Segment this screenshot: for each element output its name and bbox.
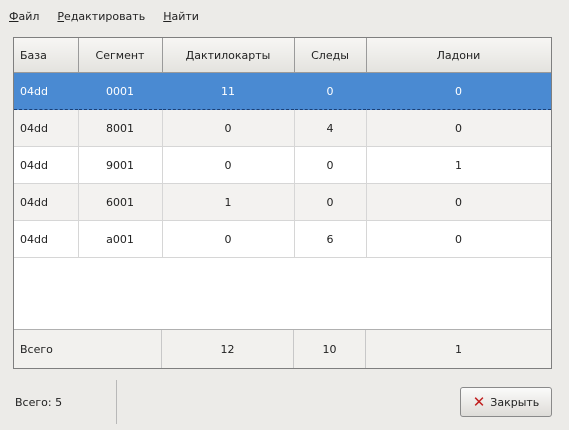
table-row[interactable]: 04dd 8001 0 4 0 bbox=[14, 109, 551, 147]
totals-palms: 1 bbox=[455, 342, 462, 356]
menu-file[interactable]: Файл bbox=[6, 10, 42, 23]
menu-file-label: айл bbox=[18, 9, 40, 23]
col-header-traces[interactable]: Следы bbox=[294, 38, 367, 73]
col-header-segment[interactable]: Сегмент bbox=[78, 38, 163, 73]
status-count: Всего: 5 bbox=[13, 380, 117, 424]
totals-label: Всего bbox=[14, 330, 162, 368]
cell-traces: 0 bbox=[294, 183, 367, 221]
cell-traces: 0 bbox=[294, 72, 367, 110]
cell-base: 04dd bbox=[14, 220, 79, 258]
table-row[interactable]: 04dd a001 0 6 0 bbox=[14, 220, 551, 258]
cell-traces: 0 bbox=[294, 146, 367, 184]
close-button-label: Закрыть bbox=[490, 395, 540, 409]
cell-dactylocards: 11 bbox=[162, 72, 295, 110]
results-table-frame: База Сегмент Дактилокарты Следы Ладони 0… bbox=[13, 37, 552, 369]
cell-segment: 9001 bbox=[78, 146, 163, 184]
close-x-icon: ✕ bbox=[472, 392, 486, 411]
cell-base: 04dd bbox=[14, 146, 79, 184]
cell-palms: 0 bbox=[366, 220, 551, 258]
cell-dactylocards: 0 bbox=[162, 220, 295, 258]
cell-palms: 1 bbox=[366, 146, 551, 184]
cell-segment: 0001 bbox=[78, 72, 163, 110]
cell-dactylocards: 0 bbox=[162, 109, 295, 147]
table-row[interactable]: 04dd 6001 1 0 0 bbox=[14, 183, 551, 221]
totals-row: Всего 12 10 1 bbox=[14, 329, 551, 368]
cell-dactylocards: 0 bbox=[162, 146, 295, 184]
results-table: База Сегмент Дактилокарты Следы Ладони 0… bbox=[14, 38, 551, 258]
cell-dactylocards: 1 bbox=[162, 183, 295, 221]
cell-base: 04dd bbox=[14, 183, 79, 221]
cell-traces: 6 bbox=[294, 220, 367, 258]
cell-base: 04dd bbox=[14, 72, 79, 110]
cell-palms: 0 bbox=[366, 109, 551, 147]
menu-bar: Файл Редактировать Найти bbox=[0, 0, 569, 32]
col-header-dactylocards[interactable]: Дактилокарты bbox=[162, 38, 295, 73]
totals-dactylocards: 12 bbox=[162, 330, 294, 368]
col-header-base[interactable]: База bbox=[14, 38, 79, 73]
cell-palms: 0 bbox=[366, 72, 551, 110]
menu-edit[interactable]: Редактировать bbox=[54, 10, 148, 23]
cell-base: 04dd bbox=[14, 109, 79, 147]
menu-find[interactable]: Найти bbox=[160, 10, 202, 23]
close-button[interactable]: ✕ Закрыть bbox=[460, 387, 552, 417]
cell-traces: 4 bbox=[294, 109, 367, 147]
status-bar: Всего: 5 ✕ Закрыть bbox=[13, 380, 552, 424]
cell-segment: a001 bbox=[78, 220, 163, 258]
col-header-palms[interactable]: Ладони bbox=[366, 38, 551, 73]
totals-traces: 10 bbox=[294, 330, 366, 368]
table-row-selected[interactable]: 04dd 0001 11 0 0 bbox=[14, 72, 551, 110]
menu-find-label: айти bbox=[171, 9, 199, 23]
cell-segment: 8001 bbox=[78, 109, 163, 147]
menu-edit-label: едактировать bbox=[64, 9, 146, 23]
cell-palms: 0 bbox=[366, 183, 551, 221]
cell-segment: 6001 bbox=[78, 183, 163, 221]
table-row[interactable]: 04dd 9001 0 0 1 bbox=[14, 146, 551, 184]
